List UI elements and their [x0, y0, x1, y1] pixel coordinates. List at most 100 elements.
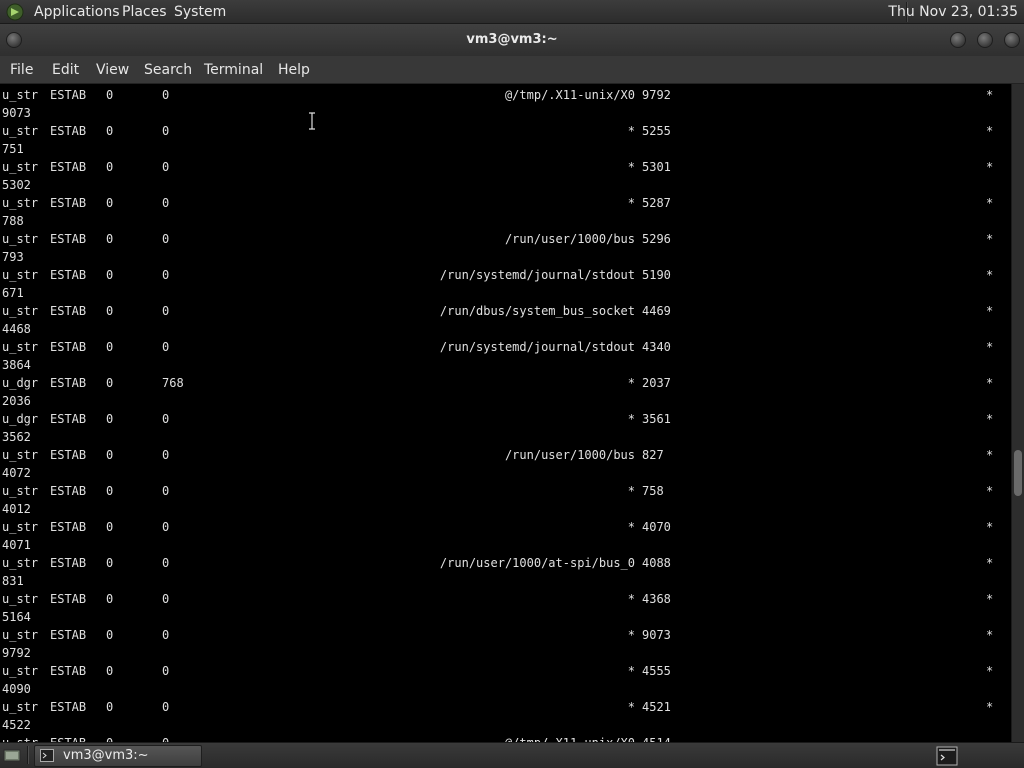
recv-q: 0 — [106, 196, 114, 210]
local-port: 5287 — [642, 196, 671, 210]
peer-port: 671 — [2, 286, 24, 300]
netid: u_str — [2, 196, 39, 210]
netid: u_str — [2, 304, 39, 318]
recv-q: 0 — [106, 628, 114, 642]
terminal-icon — [40, 749, 54, 762]
peer-address: * — [986, 232, 994, 246]
send-q: 0 — [162, 484, 170, 498]
peer-address: * — [986, 700, 994, 714]
terminal-output[interactable]: u_str ESTAB 0 0 @/tmp/.X11-unix/X0 9792 * 9073 u… — [0, 84, 1011, 742]
menu-terminal[interactable]: Terminal — [204, 61, 263, 79]
menu-search[interactable]: Search — [144, 61, 192, 79]
local-port: 4469 — [642, 304, 671, 318]
distro-logo-icon[interactable] — [6, 3, 24, 21]
socket-row: u_str ESTAB 0 0 * 4070 * 4071 — [0, 516, 1011, 552]
menu-edit[interactable]: Edit — [52, 61, 79, 79]
show-desktop-icon[interactable] — [2, 746, 22, 764]
send-q: 0 — [162, 592, 170, 606]
recv-q: 0 — [106, 340, 114, 354]
state: ESTAB — [50, 628, 87, 642]
send-q: 0 — [162, 124, 170, 138]
send-q: 0 — [162, 628, 170, 642]
peer-address: * — [986, 520, 994, 534]
local-port: 5255 — [642, 124, 671, 138]
taskbar-terminal-label: vm3@vm3:~ — [63, 748, 149, 763]
state: ESTAB — [50, 700, 87, 714]
local-address: /run/dbus/system_bus_socket — [439, 304, 635, 318]
send-q: 0 — [162, 556, 170, 570]
peer-port: 9073 — [2, 106, 31, 120]
local-port: 2037 — [642, 376, 671, 390]
state: ESTAB — [50, 268, 87, 282]
peer-port: 831 — [2, 574, 24, 588]
local-address: * — [627, 160, 635, 174]
socket-row: u_str ESTAB 0 0/run/systemd/journal/stdout 5… — [0, 264, 1011, 300]
netid: u_str — [2, 484, 39, 498]
window-titlebar[interactable]: vm3@vm3:~ — [0, 24, 1024, 56]
recv-q: 0 — [106, 664, 114, 678]
peer-port: 4522 — [2, 718, 31, 732]
peer-port: 9792 — [2, 646, 31, 660]
peer-address: * — [986, 268, 994, 282]
netid: u_str — [2, 592, 39, 606]
local-address: * — [627, 412, 635, 426]
state: ESTAB — [50, 556, 87, 570]
socket-row: u_str ESTAB 0 0 * 5301 * 5302 — [0, 156, 1011, 192]
clock[interactable]: Thu Nov 23, 01:35 — [888, 3, 1018, 21]
local-port: 758 — [642, 484, 664, 498]
state: ESTAB — [50, 196, 87, 210]
state: ESTAB — [50, 124, 87, 138]
send-q: 0 — [162, 520, 170, 534]
menu-view[interactable]: View — [96, 61, 129, 79]
state: ESTAB — [50, 160, 87, 174]
local-port: 5190 — [642, 268, 671, 282]
peer-port: 4071 — [2, 538, 31, 552]
close-icon[interactable] — [1004, 32, 1020, 48]
local-address: @/tmp/.X11-unix/X0 — [504, 88, 635, 102]
peer-port: 3562 — [2, 430, 31, 444]
local-address: /run/user/1000/bus — [504, 232, 635, 246]
recv-q: 0 — [106, 700, 114, 714]
bottom-panel: vm3@vm3:~ — [0, 742, 1024, 768]
terminal-scrollbar[interactable] — [1011, 84, 1024, 742]
maximize-icon[interactable] — [977, 32, 993, 48]
state: ESTAB — [50, 88, 87, 102]
peer-port: 2036 — [2, 394, 31, 408]
peer-port: 4012 — [2, 502, 31, 516]
local-address: /run/user/1000/at-spi/bus_0 — [439, 556, 635, 570]
taskbar-separator — [27, 746, 29, 764]
menubar: File Edit View Search Terminal Help — [0, 56, 1024, 84]
local-address: * — [627, 592, 635, 606]
recv-q: 0 — [106, 376, 114, 390]
places-menu[interactable]: Places — [122, 3, 167, 21]
netid: u_str — [2, 556, 39, 570]
peer-address: * — [986, 124, 994, 138]
peer-port: 3864 — [2, 358, 31, 372]
tray-terminal-icon[interactable] — [936, 746, 958, 766]
top-panel: Applications Places System Thu Nov 23, 0… — [0, 0, 1024, 24]
scrollbar-thumb[interactable] — [1014, 450, 1022, 496]
recv-q: 0 — [106, 232, 114, 246]
menu-file[interactable]: File — [10, 61, 33, 79]
socket-row: u_str ESTAB 0 0/run/user/1000/bus 5296 * 793 — [0, 228, 1011, 264]
taskbar-terminal-button[interactable]: vm3@vm3:~ — [34, 745, 202, 767]
socket-row: u_dgr ESTAB 0 768 * 2037 * 2036 — [0, 372, 1011, 408]
applications-menu[interactable]: Applications — [34, 3, 120, 21]
send-q: 0 — [162, 232, 170, 246]
peer-address: * — [986, 664, 994, 678]
state: ESTAB — [50, 520, 87, 534]
menu-help[interactable]: Help — [278, 61, 310, 79]
send-q: 768 — [162, 376, 184, 390]
send-q: 0 — [162, 304, 170, 318]
state: ESTAB — [50, 376, 87, 390]
local-port: 4070 — [642, 520, 671, 534]
netid: u_str — [2, 664, 39, 678]
system-menu[interactable]: System — [174, 3, 226, 21]
netid: u_str — [2, 232, 39, 246]
socket-row: u_str ESTAB 0 0 * 5287 * 788 — [0, 192, 1011, 228]
local-address: * — [627, 124, 635, 138]
peer-port: 5302 — [2, 178, 31, 192]
minimize-icon[interactable] — [950, 32, 966, 48]
peer-address: * — [986, 592, 994, 606]
send-q: 0 — [162, 700, 170, 714]
